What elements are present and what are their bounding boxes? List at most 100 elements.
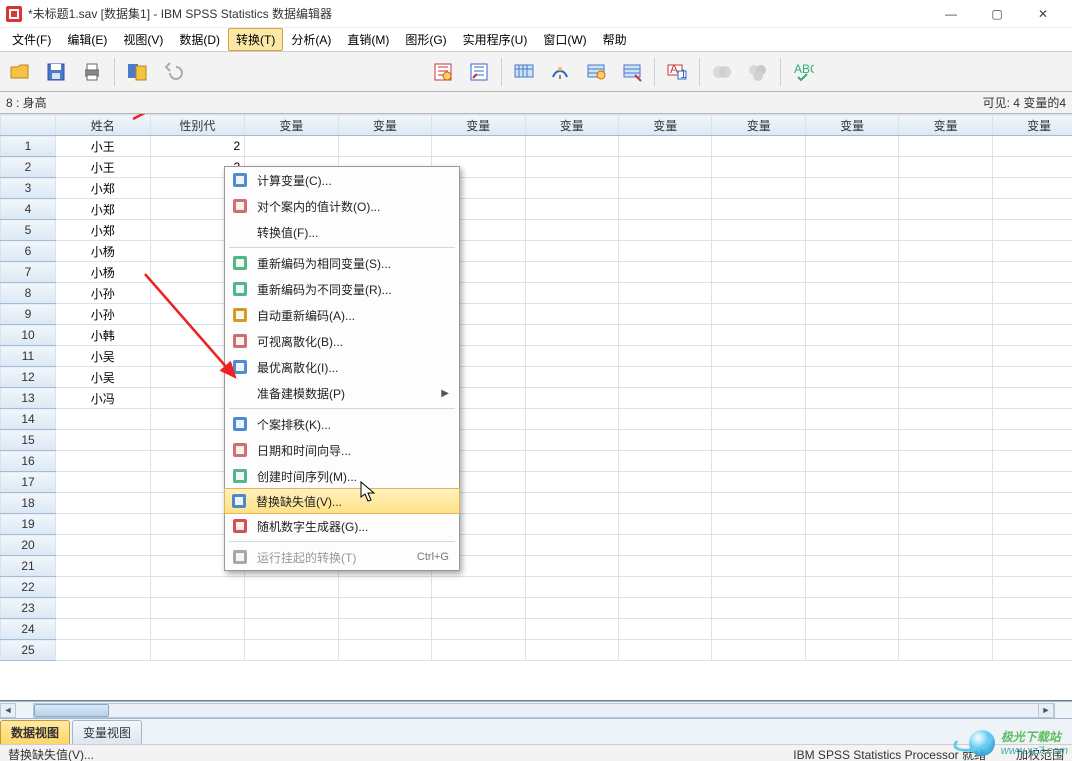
cell[interactable] <box>805 619 898 640</box>
cell[interactable] <box>899 325 992 346</box>
cell[interactable] <box>992 178 1072 199</box>
cell[interactable] <box>992 451 1072 472</box>
cell[interactable]: 小冯 <box>55 388 150 409</box>
cell[interactable] <box>992 472 1072 493</box>
cell[interactable] <box>712 493 805 514</box>
cell[interactable] <box>525 241 618 262</box>
cell[interactable] <box>805 409 898 430</box>
cell[interactable] <box>712 178 805 199</box>
row-header[interactable]: 23 <box>1 598 56 619</box>
row-header[interactable]: 19 <box>1 514 56 535</box>
menu-9[interactable]: 窗口(W) <box>535 28 594 51</box>
cell[interactable] <box>899 409 992 430</box>
cell[interactable] <box>899 451 992 472</box>
menu-0[interactable]: 文件(F) <box>4 28 59 51</box>
cell[interactable] <box>899 577 992 598</box>
cell[interactable] <box>525 157 618 178</box>
cell[interactable] <box>55 472 150 493</box>
variable-view-tab[interactable]: 变量视图 <box>72 720 142 744</box>
cell[interactable] <box>525 535 618 556</box>
cell[interactable] <box>805 157 898 178</box>
cell[interactable] <box>525 619 618 640</box>
cell[interactable] <box>712 304 805 325</box>
cell[interactable] <box>245 640 338 661</box>
cell[interactable] <box>619 283 712 304</box>
cell[interactable]: 小杨 <box>55 262 150 283</box>
cell[interactable] <box>805 493 898 514</box>
cell[interactable] <box>992 262 1072 283</box>
menu-item[interactable]: 对个案内的值计数(O)... <box>225 193 459 219</box>
select-cases-button[interactable] <box>616 56 648 88</box>
row-header[interactable]: 5 <box>1 220 56 241</box>
cell[interactable] <box>992 304 1072 325</box>
cell[interactable] <box>150 598 245 619</box>
row-header[interactable]: 20 <box>1 535 56 556</box>
cell[interactable]: 2 <box>150 136 245 157</box>
cell[interactable] <box>712 640 805 661</box>
cell[interactable] <box>525 262 618 283</box>
cell[interactable] <box>712 241 805 262</box>
cell[interactable] <box>619 514 712 535</box>
cell[interactable] <box>619 325 712 346</box>
cell[interactable] <box>899 598 992 619</box>
cell[interactable] <box>55 640 150 661</box>
cell[interactable] <box>525 283 618 304</box>
menu-item[interactable]: 日期和时间向导... <box>225 437 459 463</box>
cell[interactable] <box>805 199 898 220</box>
scroll-left-button[interactable]: ◄ <box>0 703 16 718</box>
cell[interactable]: 小吴 <box>55 346 150 367</box>
cell[interactable] <box>525 598 618 619</box>
cell[interactable] <box>992 388 1072 409</box>
cell[interactable] <box>619 157 712 178</box>
cell[interactable] <box>992 241 1072 262</box>
row-header[interactable]: 25 <box>1 640 56 661</box>
menu-item[interactable]: 自动重新编码(A)... <box>225 302 459 328</box>
cell[interactable] <box>992 409 1072 430</box>
cell[interactable] <box>992 283 1072 304</box>
cell[interactable] <box>712 535 805 556</box>
row-header[interactable]: 6 <box>1 241 56 262</box>
cell[interactable] <box>805 220 898 241</box>
cell[interactable] <box>805 178 898 199</box>
cell[interactable] <box>899 241 992 262</box>
cell[interactable] <box>245 136 338 157</box>
cell[interactable]: 小吴 <box>55 367 150 388</box>
column-header[interactable]: 变量 <box>245 115 338 136</box>
cell[interactable] <box>992 598 1072 619</box>
menu-item[interactable]: 准备建模数据(P)▶ <box>225 380 459 406</box>
cell[interactable] <box>899 430 992 451</box>
cell[interactable] <box>899 136 992 157</box>
row-header[interactable]: 13 <box>1 388 56 409</box>
cell[interactable]: 小王 <box>55 157 150 178</box>
cell[interactable] <box>150 619 245 640</box>
spell-check-button[interactable]: ABC <box>787 56 819 88</box>
menu-7[interactable]: 图形(G) <box>397 28 454 51</box>
cell[interactable] <box>805 514 898 535</box>
cell[interactable] <box>712 283 805 304</box>
value-labels-button[interactable]: A1 <box>661 56 693 88</box>
cell[interactable] <box>525 430 618 451</box>
cell[interactable] <box>55 493 150 514</box>
cell[interactable] <box>619 199 712 220</box>
cell[interactable]: 小郑 <box>55 220 150 241</box>
cell[interactable] <box>525 346 618 367</box>
row-header[interactable]: 7 <box>1 262 56 283</box>
cell[interactable] <box>619 304 712 325</box>
cell[interactable] <box>899 367 992 388</box>
cell[interactable] <box>55 430 150 451</box>
cell[interactable] <box>525 514 618 535</box>
menu-3[interactable]: 数据(D) <box>171 28 228 51</box>
cell[interactable]: 小韩 <box>55 325 150 346</box>
grid-corner[interactable] <box>1 115 56 136</box>
cell[interactable] <box>525 472 618 493</box>
column-header[interactable]: 变量 <box>432 115 525 136</box>
cell[interactable] <box>899 262 992 283</box>
cell[interactable]: 小王 <box>55 136 150 157</box>
menu-6[interactable]: 直销(M) <box>339 28 397 51</box>
row-header[interactable]: 15 <box>1 430 56 451</box>
column-header[interactable]: 变量 <box>712 115 805 136</box>
scroll-track[interactable] <box>33 703 1055 718</box>
recall-dialog-button[interactable] <box>121 56 153 88</box>
cell[interactable] <box>805 304 898 325</box>
menu-item[interactable]: 个案排秩(K)... <box>225 411 459 437</box>
